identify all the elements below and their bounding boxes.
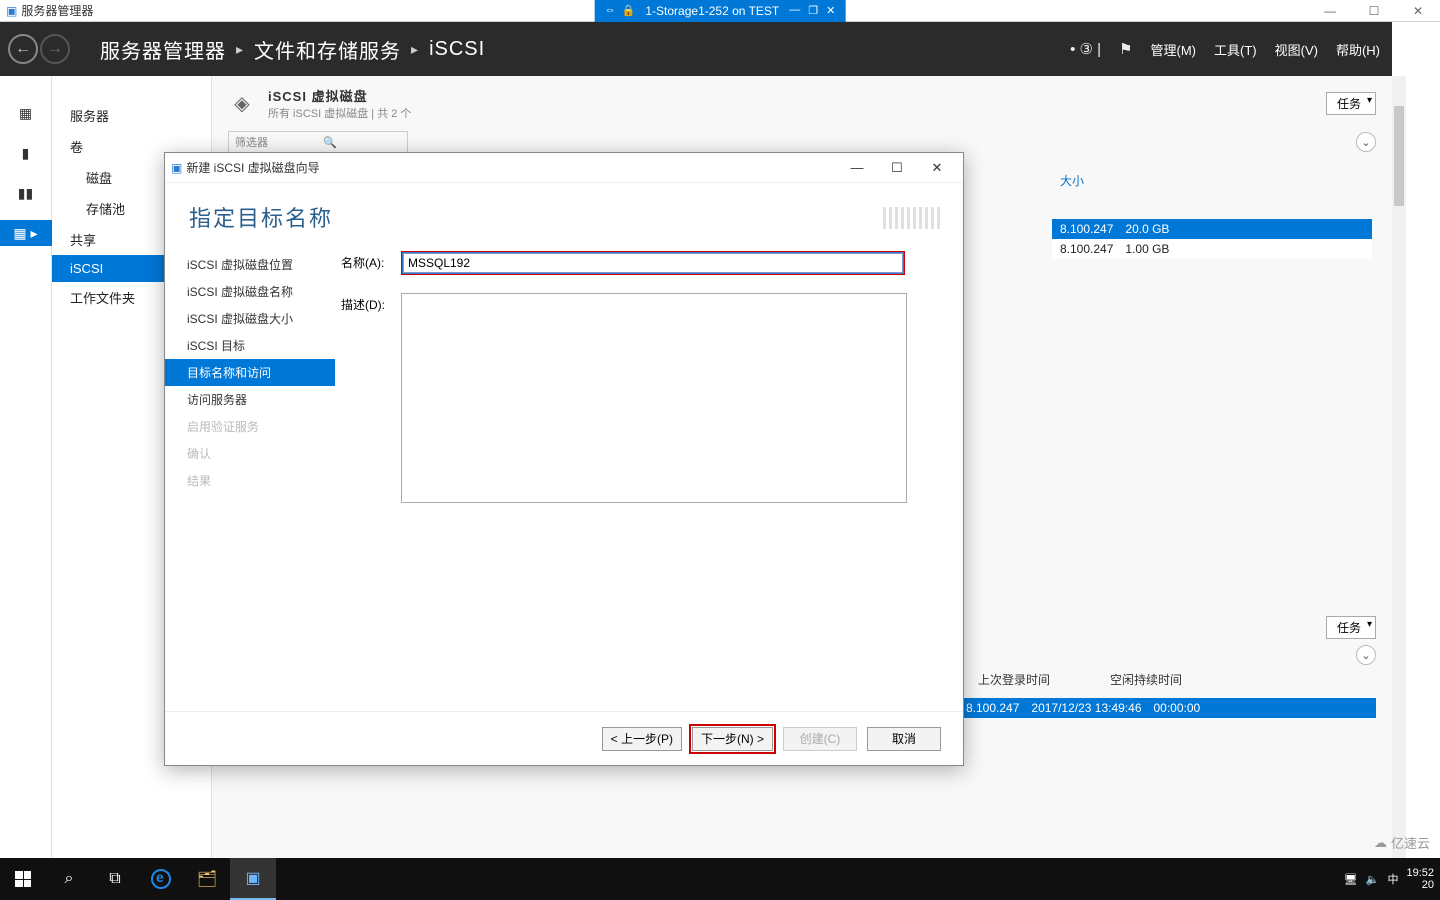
vm-close[interactable]: ✕ xyxy=(826,4,835,17)
server-manager-taskbar-icon[interactable]: ▣ xyxy=(230,858,276,900)
panel-subtitle: 所有 iSCSI 虚拟磁盘 | 共 2 个 xyxy=(268,105,411,121)
nav-servers[interactable]: 服务器 xyxy=(52,100,211,131)
breadcrumb-1[interactable]: 文件和存储服务 xyxy=(254,35,401,64)
ie-icon[interactable] xyxy=(138,858,184,900)
create-button: 创建(C) xyxy=(783,727,857,751)
chevron-right-icon: ▸ xyxy=(411,41,419,58)
rail-dashboard-icon[interactable]: ▦ xyxy=(0,100,52,126)
wizard-steps: iSCSI 虚拟磁盘位置 iSCSI 虚拟磁盘名称 iSCSI 虚拟磁盘大小 i… xyxy=(165,247,335,711)
step-result: 结果 xyxy=(165,467,335,494)
target-name-input[interactable] xyxy=(403,253,903,273)
explorer-icon[interactable]: 🗂 xyxy=(184,858,230,900)
col-last-login[interactable]: 上次登录时间 xyxy=(978,671,1050,688)
step-access-servers[interactable]: 访问服务器 xyxy=(165,386,335,413)
target-desc-input[interactable] xyxy=(401,293,907,503)
tray-time[interactable]: 19:52 xyxy=(1406,867,1434,879)
menu-tools[interactable]: 工具(T) xyxy=(1214,40,1257,59)
icon-rail: ▦ ▮ ▮▮ ▦ ▸ xyxy=(0,76,52,858)
server-manager-header: ← → 服务器管理器 ▸ 文件和存储服务 ▸ iSCSI • ③ | ⚑ 管理(… xyxy=(0,22,1392,76)
step-target-name[interactable]: 目标名称和访问 xyxy=(165,359,335,386)
outer-close[interactable]: ✕ xyxy=(1396,0,1440,22)
collapse-chevron-icon[interactable]: ⌄ xyxy=(1356,645,1376,665)
outer-maximize[interactable]: ☐ xyxy=(1352,0,1396,22)
session-row[interactable]: 8.100.247 2017/12/23 13:49:46 00:00:00 xyxy=(958,698,1376,718)
tasks-dropdown-lower[interactable]: 任务 xyxy=(1326,616,1376,639)
cancel-button[interactable]: 取消 xyxy=(867,727,941,751)
breadcrumb-root[interactable]: 服务器管理器 xyxy=(100,35,226,64)
desc-label: 描述(D): xyxy=(341,293,401,313)
vm-minimize[interactable]: — xyxy=(789,4,800,17)
vm-titlebar: ▣ 服务器管理器 ⇔ 🔒 1-Storage1-252 on TEST — ❐ … xyxy=(0,0,1440,22)
menu-help[interactable]: 帮助(H) xyxy=(1336,40,1380,59)
wizard-heading: 指定目标名称 xyxy=(165,183,963,247)
rail-allservers-icon[interactable]: ▮▮ xyxy=(0,180,52,206)
tray-volume-icon[interactable]: 🔈 xyxy=(1366,873,1380,886)
table-row[interactable]: 8.100.247 1.00 GB xyxy=(1052,239,1372,259)
breadcrumb: 服务器管理器 ▸ 文件和存储服务 ▸ iSCSI xyxy=(100,35,485,64)
menu-view[interactable]: 视图(V) xyxy=(1275,40,1318,59)
server-manager-icon: ▣ xyxy=(6,4,17,18)
wizard-maximize[interactable]: ☐ xyxy=(877,160,917,176)
menu-manage[interactable]: 管理(M) xyxy=(1151,40,1197,59)
step-disk-name[interactable]: iSCSI 虚拟磁盘名称 xyxy=(165,278,335,305)
search-icon[interactable]: ⌕ xyxy=(46,858,92,900)
app-title: 服务器管理器 xyxy=(21,2,93,19)
name-highlight xyxy=(401,251,905,275)
panel-title: iSCSI 虚拟磁盘 xyxy=(268,86,411,105)
tray-network-icon[interactable]: 🖥 xyxy=(1344,873,1358,886)
table-row[interactable]: 8.100.247 20.0 GB xyxy=(1052,219,1372,239)
cloud-icon: ☁ xyxy=(1374,835,1387,851)
taskview-icon[interactable]: ⧉ xyxy=(92,858,138,900)
step-disk-location[interactable]: iSCSI 虚拟磁盘位置 xyxy=(165,251,335,278)
step-target[interactable]: iSCSI 目标 xyxy=(165,332,335,359)
pin-icon[interactable]: ⇔ xyxy=(605,4,616,17)
prev-button[interactable]: < 上一步(P) xyxy=(602,727,682,751)
wizard-titlebar[interactable]: ▣ 新建 iSCSI 虚拟磁盘向导 — ☐ ✕ xyxy=(165,153,963,183)
step-confirm: 确认 xyxy=(165,440,335,467)
watermark: ☁ 亿速云 xyxy=(1374,833,1430,852)
tray-date[interactable]: 20 xyxy=(1422,879,1434,891)
vm-session-title: 1-Storage1-252 on TEST xyxy=(645,4,779,18)
collapse-chevron-icon[interactable]: ⌄ xyxy=(1356,132,1376,152)
disk-icon: ◈ xyxy=(228,90,256,118)
taskbar: ⌕ ⧉ 🗂 ▣ 🖥 🔈 中 19:52 20 xyxy=(0,858,1440,900)
next-button[interactable]: 下一步(N) > xyxy=(692,727,773,751)
chevron-right-icon: ▸ xyxy=(236,41,244,58)
breadcrumb-2[interactable]: iSCSI xyxy=(429,38,485,61)
flag-icon[interactable]: ⚑ xyxy=(1119,40,1132,58)
start-button[interactable] xyxy=(0,858,46,900)
tray-ime[interactable]: 中 xyxy=(1387,871,1398,887)
outer-minimize[interactable]: — xyxy=(1308,0,1352,22)
vertical-scrollbar[interactable] xyxy=(1392,76,1406,858)
col-idle[interactable]: 空闲持续时间 xyxy=(1110,671,1182,688)
nav-forward-button[interactable]: → xyxy=(40,34,70,64)
refresh-dropdown-icon[interactable]: • ③ | xyxy=(1070,40,1101,58)
wizard-minimize[interactable]: — xyxy=(837,160,877,175)
vm-restore[interactable]: ❐ xyxy=(808,4,818,17)
rail-local-icon[interactable]: ▮ xyxy=(0,140,52,166)
name-label: 名称(A): xyxy=(341,251,401,271)
wizard-icon: ▣ xyxy=(171,161,182,175)
system-tray[interactable]: 🖥 🔈 中 19:52 20 xyxy=(1344,867,1434,891)
nav-back-button[interactable]: ← xyxy=(8,34,38,64)
step-disk-size[interactable]: iSCSI 虚拟磁盘大小 xyxy=(165,305,335,332)
wizard-window-title: 新建 iSCSI 虚拟磁盘向导 xyxy=(186,159,319,176)
lock-icon: 🔒 xyxy=(622,4,636,17)
iscsi-wizard-dialog: ▣ 新建 iSCSI 虚拟磁盘向导 — ☐ ✕ 指定目标名称 iSCSI 虚拟磁… xyxy=(164,152,964,766)
vm-connection-bar: ⇔ 🔒 1-Storage1-252 on TEST — ❐ ✕ xyxy=(595,0,846,22)
wizard-close[interactable]: ✕ xyxy=(917,160,957,176)
rail-filestorage-icon[interactable]: ▦ ▸ xyxy=(0,220,52,246)
col-size[interactable]: 大小 xyxy=(1060,172,1084,189)
tasks-dropdown[interactable]: 任务 xyxy=(1326,92,1376,115)
step-auth: 启用验证服务 xyxy=(165,413,335,440)
filter-input[interactable]: 筛选器 🔍 xyxy=(228,131,408,153)
